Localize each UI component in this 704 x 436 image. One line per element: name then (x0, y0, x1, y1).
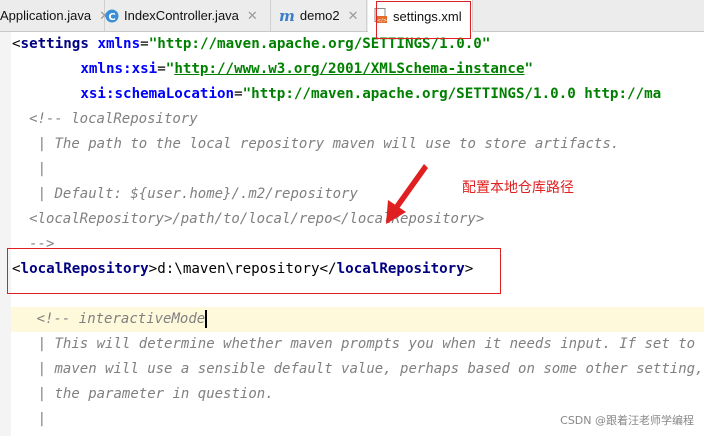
local-repository-highlight-box (7, 248, 501, 294)
tab-highlight-box (376, 1, 471, 39)
current-line: <!-- interactiveMode (11, 307, 704, 332)
code-line: | maven will use a sensible default valu… (12, 357, 704, 382)
tab-demo2[interactable]: m demo2 ✕ (271, 0, 367, 31)
editor-gutter (0, 32, 11, 436)
tab-index-controller[interactable]: C IndexController.java ✕ (105, 0, 271, 31)
close-icon[interactable]: ✕ (348, 8, 359, 24)
comment-text: <!-- localRepository (29, 111, 198, 127)
xml-value: "http://maven.apache.org/SETTINGS/1.0.0 … (242, 86, 662, 102)
code-line: | (12, 157, 46, 182)
code-line: xsi:schemaLocation="http://maven.apache.… (80, 86, 662, 102)
code-editor[interactable]: <settings xmlns="http://maven.apache.org… (0, 32, 704, 436)
comment-text: | (37, 161, 47, 177)
text-cursor (205, 310, 208, 328)
watermark: CSDN @跟着汪老师学编程 (560, 414, 694, 427)
annotation-text: 配置本地仓库路径 (462, 180, 574, 196)
svg-text:C: C (108, 12, 115, 23)
comment-text: | (37, 411, 47, 427)
comment-text: | This will determine whether maven prom… (37, 336, 704, 352)
editor-tab-bar: Application.java ✕ C IndexController.jav… (0, 0, 704, 32)
code-line: | The path to the local repository maven… (12, 132, 620, 157)
code-line: <!-- localRepository (12, 107, 198, 132)
tab-label: Application.java (0, 8, 92, 23)
tab-label: IndexController.java (124, 8, 239, 23)
tab-label: demo2 (299, 8, 340, 23)
comment-text: | maven will use a sensible default valu… (37, 361, 704, 377)
comment-text: <!-- interactiveMode (36, 311, 206, 327)
code-line: | This will determine whether maven prom… (12, 332, 704, 357)
code-line: xmlns:xsi="http://www.w3.org/2001/XMLSch… (80, 61, 534, 77)
xml-attr: xsi:schemaLocation (80, 86, 235, 102)
comment-text: | Default: ${user.home}/.m2/repository (37, 186, 358, 202)
xml-attr: xmlns:xsi (80, 61, 158, 77)
tab-application-java[interactable]: Application.java ✕ (0, 0, 110, 31)
close-icon[interactable]: ✕ (247, 8, 258, 24)
xml-url-link[interactable]: http://www.w3.org/2001/XMLSchema-instanc… (174, 61, 524, 77)
annotation-arrow-icon (386, 164, 428, 224)
code-line: | Default: ${user.home}/.m2/repository (12, 182, 358, 207)
comment-text: | The path to the local repository maven… (37, 136, 620, 152)
maven-m-icon: m (279, 6, 295, 25)
xml-attr: xmlns (97, 36, 141, 52)
code-line: | the parameter in question. (12, 382, 274, 407)
class-c-icon: C (105, 9, 119, 23)
xml-tag: settings (20, 36, 89, 52)
comment-text: | the parameter in question. (37, 386, 274, 402)
code-line: | (12, 407, 46, 432)
